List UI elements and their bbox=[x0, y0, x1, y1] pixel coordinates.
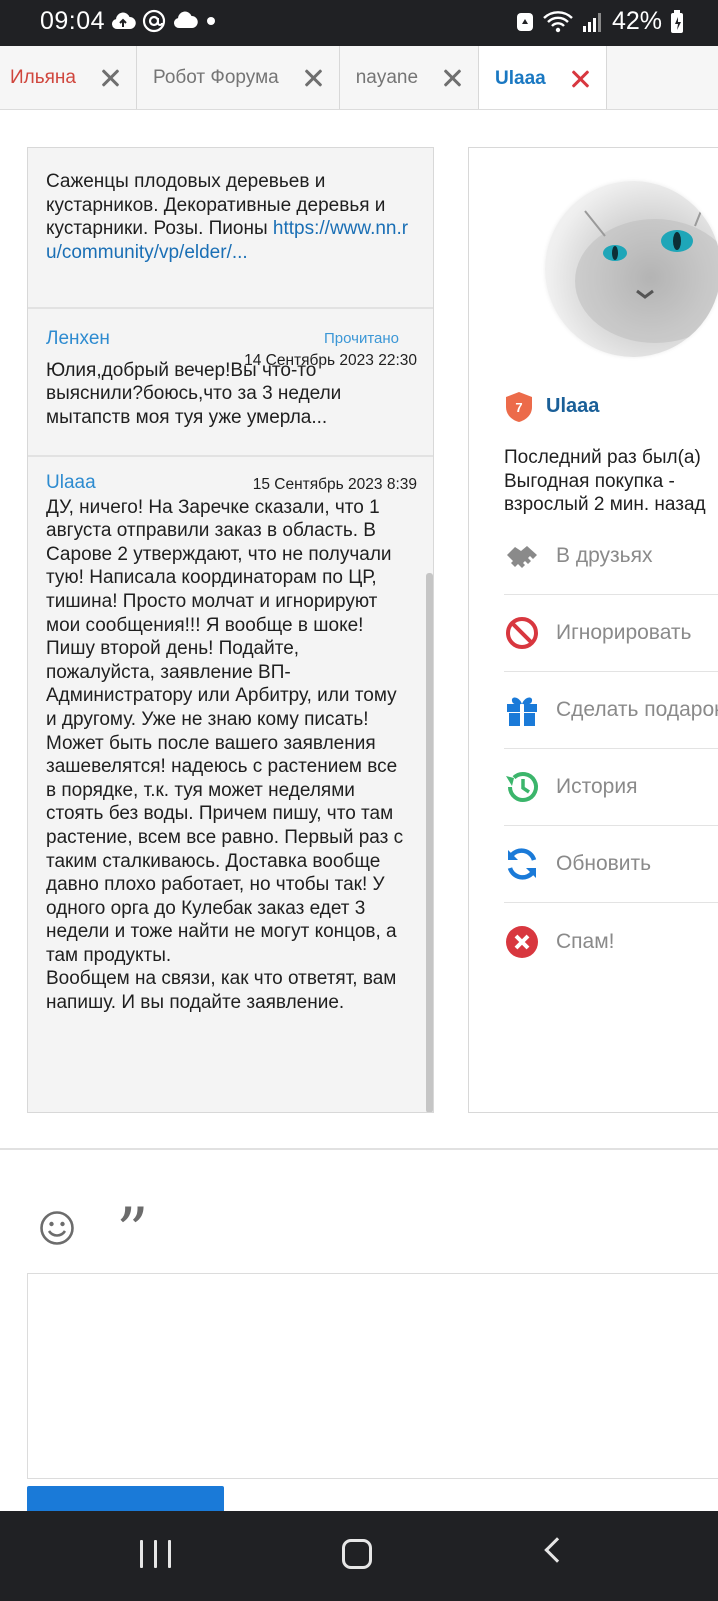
tab-robot-forum[interactable]: Робот Форума bbox=[137, 46, 340, 109]
smile-icon[interactable] bbox=[39, 1210, 75, 1246]
system-navigation-bar bbox=[0, 1511, 718, 1601]
status-right: 42% bbox=[516, 7, 684, 36]
message-date: 15 Сентябрь 2023 8:39 bbox=[252, 476, 417, 493]
last-seen-text: Последний раз был(а) Выгодная покупка - … bbox=[504, 447, 706, 515]
refresh-icon bbox=[504, 846, 540, 882]
message-item: Ленхен Прочитано 14 Сентябрь 2023 22:30 … bbox=[28, 309, 433, 457]
close-icon[interactable] bbox=[100, 68, 120, 88]
close-icon[interactable] bbox=[570, 69, 590, 89]
ban-icon bbox=[504, 615, 540, 651]
close-circle-icon bbox=[504, 924, 540, 960]
dot-icon bbox=[207, 17, 215, 25]
tab-nayane[interactable]: nayane bbox=[339, 46, 480, 109]
message-item: Ulaaa 15 Сентябрь 2023 8:39 ДУ, ничего! … bbox=[28, 457, 433, 1015]
wifi-icon bbox=[543, 10, 573, 32]
scrollbar[interactable] bbox=[426, 573, 433, 1112]
rating-badge-icon: 7 bbox=[506, 392, 532, 422]
history-button[interactable]: История bbox=[504, 749, 718, 826]
tab-label: nayane bbox=[355, 67, 419, 88]
message-date: 14 Сентябрь 2023 22:30 bbox=[244, 352, 417, 369]
close-icon[interactable] bbox=[442, 68, 462, 88]
signal-icon bbox=[582, 12, 601, 32]
tab-ilyana[interactable]: Ильяна bbox=[0, 46, 137, 109]
back-icon[interactable] bbox=[544, 1537, 570, 1563]
tab-label: Робот Форума bbox=[153, 67, 279, 88]
recent-apps-icon[interactable] bbox=[140, 1540, 171, 1568]
spam-button[interactable]: Спам! bbox=[504, 903, 718, 980]
friends-button[interactable]: В друзьях bbox=[504, 518, 718, 595]
tab-label: Ильяна bbox=[10, 67, 76, 88]
at-icon bbox=[142, 9, 166, 33]
status-time: 09:04 bbox=[40, 7, 106, 35]
ignore-button[interactable]: Игнорировать bbox=[504, 595, 718, 672]
message-list[interactable]: Саженцы плодовых деревьев и кустарников.… bbox=[27, 147, 434, 1113]
profile-panel: 7 Ulaaa Последний раз был(а) Выгодная по… bbox=[468, 147, 718, 1113]
message-editor[interactable] bbox=[27, 1273, 718, 1479]
gift-icon bbox=[504, 692, 540, 728]
refresh-button[interactable]: Обновить bbox=[504, 826, 718, 903]
status-bar: 09:04 42% bbox=[0, 0, 718, 46]
quote-icon[interactable]: ” bbox=[116, 1200, 149, 1264]
cloud-icon bbox=[173, 11, 198, 29]
battery-percent: 42% bbox=[611, 7, 662, 35]
recycle-icon bbox=[516, 12, 533, 31]
svg-text:7: 7 bbox=[515, 400, 522, 415]
divider bbox=[0, 1148, 718, 1150]
avatar[interactable] bbox=[545, 181, 718, 357]
notification-icons bbox=[110, 9, 218, 33]
cat-avatar-image bbox=[575, 200, 718, 343]
read-status: Прочитано bbox=[324, 330, 399, 347]
handshake-icon bbox=[504, 538, 540, 574]
message-item: Саженцы плодовых деревьев и кустарников.… bbox=[28, 148, 433, 309]
tab-label: Ulaaa bbox=[495, 67, 546, 89]
cloud-upload-icon bbox=[111, 12, 136, 30]
close-icon[interactable] bbox=[303, 68, 323, 88]
profile-username[interactable]: Ulaaa bbox=[546, 395, 599, 418]
history-icon bbox=[504, 769, 540, 805]
home-icon[interactable] bbox=[342, 1539, 372, 1569]
conversation-tabs: Ильяна Робот Форума nayane Ulaaa bbox=[0, 46, 718, 110]
gift-button[interactable]: Сделать подарок bbox=[504, 672, 718, 749]
tab-ulaaa[interactable]: Ulaaa bbox=[479, 46, 607, 109]
battery-icon bbox=[671, 9, 683, 33]
message-text: ДУ, ничего! На Заречке сказали, что 1 ав… bbox=[46, 496, 404, 1014]
